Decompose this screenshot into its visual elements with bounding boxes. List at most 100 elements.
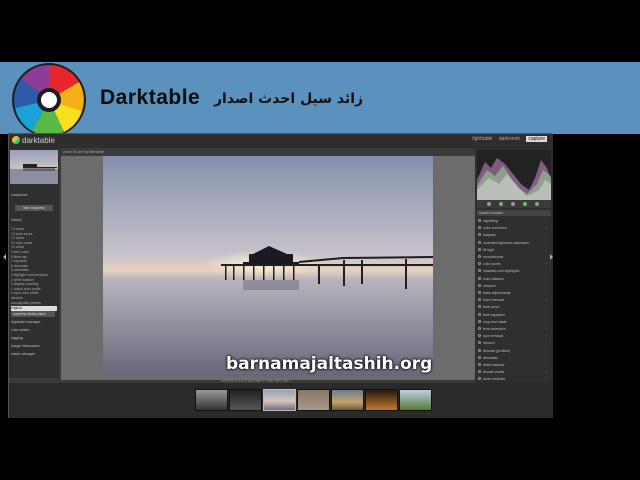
collapse-right-arrow-icon[interactable] — [550, 254, 553, 260]
view-darkroom[interactable]: darkroom — [499, 136, 520, 142]
module-row[interactable]: color correction ⋮ — [478, 225, 548, 231]
module-menu-icon[interactable]: ⋮ — [545, 218, 549, 224]
filmstrip-thumbnail[interactable] — [365, 389, 398, 411]
module-row[interactable]: more modules ⋮ — [478, 376, 548, 382]
module-menu-icon[interactable]: ⋮ — [545, 225, 549, 231]
image-canvas[interactable] — [61, 156, 475, 380]
color-picker-header[interactable]: color picker — [11, 328, 57, 333]
module-menu-icon[interactable]: ⋮ — [545, 283, 549, 289]
module-row[interactable]: lens correction ⋮ — [478, 326, 548, 332]
navigation-thumbnail[interactable] — [10, 150, 58, 184]
module-row[interactable]: shadows and highlights ⋮ — [478, 268, 548, 274]
history-header[interactable]: history — [11, 218, 57, 223]
center-toolbar[interactable]: zoom fit sort by filename — [61, 149, 471, 156]
filmstrip-thumbnail[interactable] — [399, 389, 432, 411]
module-menu-icon[interactable]: ⋮ — [545, 268, 549, 274]
module-row[interactable]: demosaic ⋮ — [478, 355, 548, 361]
module-menu-icon[interactable]: ⋮ — [545, 319, 549, 325]
module-search-input[interactable]: search modules — [477, 210, 551, 216]
module-row[interactable]: base adjustments ⋮ — [478, 290, 548, 296]
power-icon[interactable] — [478, 377, 481, 381]
module-menu-icon[interactable]: ⋮ — [545, 376, 549, 382]
power-icon[interactable] — [478, 363, 481, 366]
power-icon[interactable] — [478, 276, 481, 280]
module-row[interactable]: tone curve ⋮ — [478, 304, 548, 310]
module-menu-icon[interactable]: ⋮ — [545, 369, 549, 375]
module-row[interactable]: rescale pixels ⋮ — [478, 369, 548, 375]
collapse-left-arrow-icon[interactable] — [3, 254, 6, 260]
module-row[interactable]: vignetting ⋮ — [478, 218, 548, 224]
power-icon[interactable] — [478, 305, 481, 309]
power-icon[interactable] — [478, 240, 481, 244]
view-lighttable[interactable]: lighttable — [472, 136, 492, 142]
power-icon[interactable] — [478, 291, 481, 294]
module-menu-icon[interactable]: ⋮ — [545, 247, 549, 253]
active-modules-icon[interactable] — [487, 202, 491, 206]
module-row[interactable]: monochrome ⋮ — [478, 254, 548, 260]
power-icon[interactable] — [478, 298, 481, 302]
module-menu-icon[interactable]: ⋮ — [545, 254, 549, 260]
power-icon[interactable] — [478, 283, 481, 287]
module-row[interactable]: haze removal ⋮ — [478, 297, 548, 303]
module-menu-icon[interactable]: ⋮ — [545, 232, 549, 238]
power-icon[interactable] — [478, 226, 481, 230]
module-menu-icon[interactable]: ⋮ — [545, 312, 549, 318]
power-icon[interactable] — [478, 247, 481, 251]
module-menu-icon[interactable]: ⋮ — [545, 304, 549, 310]
power-icon[interactable] — [478, 355, 481, 359]
module-menu-icon[interactable]: ⋮ — [545, 340, 549, 346]
power-icon[interactable] — [478, 319, 481, 323]
module-row[interactable]: retouch ⋮ — [478, 340, 548, 346]
power-icon[interactable] — [478, 262, 481, 266]
filmstrip-thumbnail[interactable] — [331, 389, 364, 411]
module-row[interactable]: sharpen ⋮ — [478, 283, 548, 289]
module-menu-icon[interactable]: ⋮ — [545, 355, 549, 361]
module-row[interactable]: fill light ⋮ — [478, 247, 548, 253]
module-menu-icon[interactable]: ⋮ — [545, 333, 549, 339]
module-row[interactable]: spot removal ⋮ — [478, 333, 548, 339]
module-menu-icon[interactable]: ⋮ — [545, 261, 549, 267]
power-icon[interactable] — [478, 219, 481, 222]
color-group-icon[interactable] — [523, 202, 527, 206]
module-row[interactable]: white balance ⋮ — [478, 362, 548, 368]
power-icon[interactable] — [478, 334, 481, 338]
module-menu-icon[interactable]: ⋮ — [545, 326, 549, 332]
module-menu-icon[interactable]: ⋮ — [545, 290, 549, 296]
base-group-icon[interactable] — [499, 202, 503, 206]
module-menu-icon[interactable]: ⋮ — [545, 362, 549, 368]
power-icon[interactable] — [478, 327, 481, 330]
module-row[interactable]: color zones ⋮ — [478, 261, 548, 267]
module-menu-icon[interactable]: ⋮ — [545, 297, 549, 303]
module-menu-icon[interactable]: ⋮ — [545, 348, 549, 354]
view-capture[interactable]: capture — [526, 136, 547, 142]
power-icon[interactable] — [478, 348, 481, 352]
module-row[interactable]: lowpass ⋮ — [478, 232, 548, 238]
module-row[interactable]: contrast brightness saturation ⋮ — [478, 240, 548, 246]
snapshots-header[interactable]: snapshots — [11, 193, 57, 198]
take-snapshot-button[interactable]: take snapshot — [15, 205, 53, 211]
compress-history-button[interactable]: compress history stack — [11, 311, 55, 317]
tone-group-icon[interactable] — [511, 202, 515, 206]
image-information-header[interactable]: image information — [11, 344, 57, 349]
history-item[interactable]: auto-applied presets — [11, 301, 57, 306]
power-icon[interactable] — [478, 312, 481, 316]
filmstrip-thumbnail[interactable] — [195, 389, 228, 411]
power-icon[interactable] — [478, 341, 481, 345]
mask-manager-header[interactable]: mask manager — [11, 352, 57, 357]
filmstrip-thumbnail[interactable] — [229, 389, 262, 411]
power-icon[interactable] — [478, 233, 481, 237]
module-row[interactable]: color balance ⋮ — [478, 276, 548, 282]
duplicate-manager-header[interactable]: duplicate manager — [11, 320, 57, 325]
module-row[interactable]: tone equalizer ⋮ — [478, 312, 548, 318]
filmstrip-thumbnail[interactable] — [297, 389, 330, 411]
history-item-selected[interactable]: original — [11, 306, 57, 311]
module-group-tabs[interactable] — [477, 200, 551, 208]
module-menu-icon[interactable]: ⋮ — [545, 276, 549, 282]
histogram[interactable] — [477, 150, 551, 200]
module-menu-icon[interactable]: ⋮ — [545, 240, 549, 246]
module-row[interactable]: crop and rotate ⋮ — [478, 319, 548, 325]
power-icon[interactable] — [478, 255, 481, 258]
tagging-header[interactable]: tagging — [11, 336, 57, 341]
module-row[interactable]: denoise (profiled) ⋮ — [478, 348, 548, 354]
correct-group-icon[interactable] — [535, 202, 539, 206]
